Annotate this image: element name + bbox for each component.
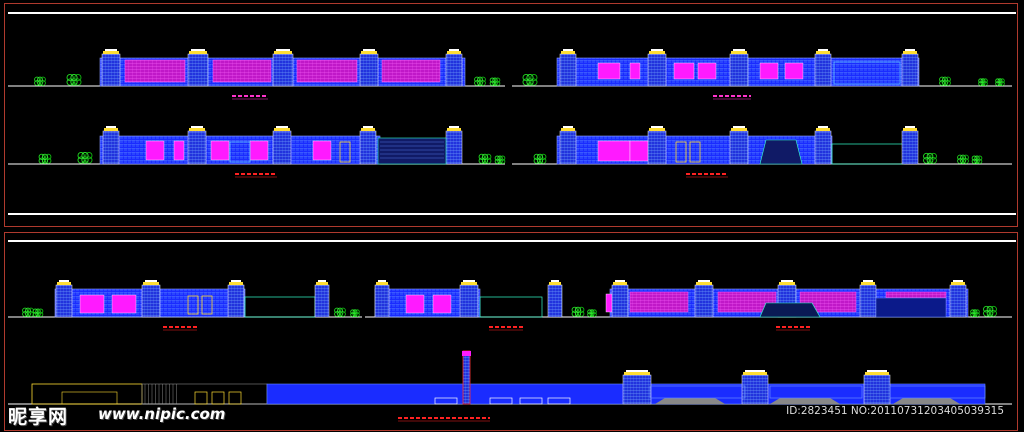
elevation-7 [600, 280, 1012, 331]
watermark-logo: 昵享网 [8, 406, 69, 428]
elevation-2 [512, 49, 1012, 100]
elevation-1 [8, 49, 505, 100]
elevation-6 [365, 280, 600, 331]
elevation-3 [8, 126, 506, 178]
watermark-id: ID:2823451 NO:20110731203405039315 [786, 405, 1004, 417]
elevation-4 [512, 126, 1012, 178]
sheet-frame-top [4, 3, 1018, 227]
elevation-5 [8, 280, 362, 331]
cad-drawing-canvas [4, 3, 1018, 431]
watermark-url: www.nipic.com [98, 405, 226, 423]
